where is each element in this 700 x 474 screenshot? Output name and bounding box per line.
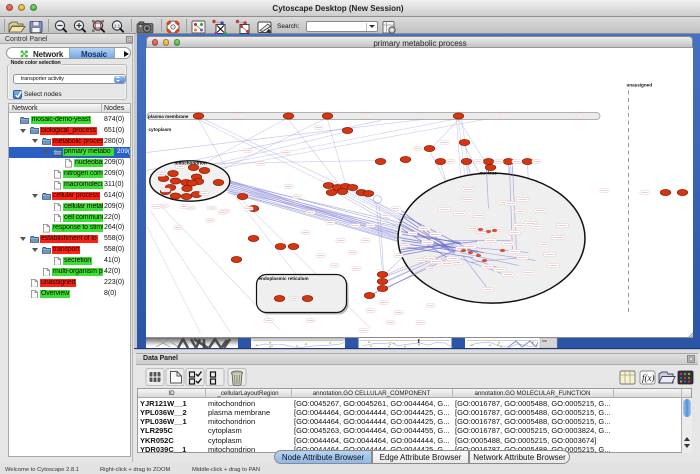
- svg-text:f(x): f(x): [642, 373, 655, 383]
- svg-text:nucleus: nucleus: [479, 170, 497, 175]
- svg-text:endoplasmic reticulum: endoplasmic reticulum: [258, 276, 308, 281]
- svg-text:1:1: 1:1: [114, 24, 121, 29]
- svg-text:unassigned: unassigned: [626, 82, 652, 87]
- svg-text:cytoplasm: cytoplasm: [148, 127, 171, 132]
- svg-text:plasma membrane: plasma membrane: [148, 114, 189, 119]
